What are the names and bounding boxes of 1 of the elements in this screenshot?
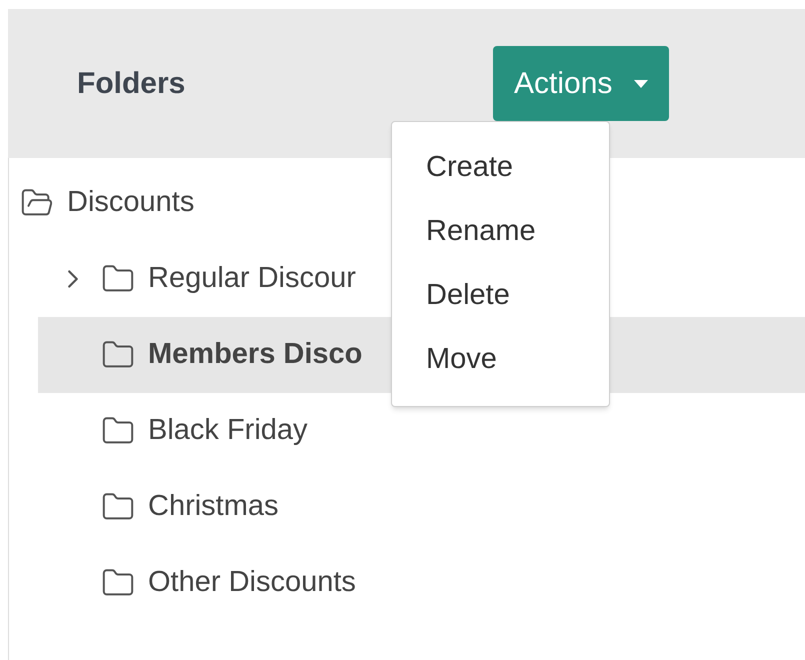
panel-title: Folders: [77, 67, 186, 100]
